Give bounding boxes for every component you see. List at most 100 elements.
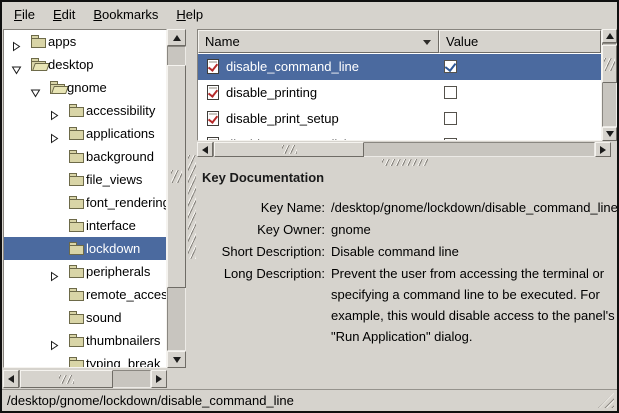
list-hscroll-thumb[interactable] [214, 142, 364, 157]
arrow-right-icon [600, 146, 606, 154]
key-icon [207, 111, 219, 126]
tree-item-label: apps [48, 30, 76, 53]
value-checkbox[interactable] [444, 138, 457, 141]
tree-vertical-scrollbar[interactable] [167, 29, 186, 368]
thumb-grip-icon [59, 375, 74, 384]
list-horizontal-scrollbar[interactable] [197, 142, 611, 157]
column-header-label: Name [205, 34, 240, 49]
tree-item-applications[interactable]: applications [4, 122, 166, 145]
doc-field-value: Prevent the user from accessing the term… [331, 263, 617, 347]
key-list[interactable]: NameValuedisable_command_linedisable_pri… [197, 29, 602, 141]
tree-item-label: accessibility [86, 99, 155, 122]
splitter-grip-icon [382, 159, 428, 166]
scroll-right-button[interactable] [595, 142, 611, 157]
tree-item-accessibility[interactable]: accessibility [4, 99, 166, 122]
doc-field: Long Description:Prevent the user from a… [197, 263, 617, 347]
key-row-disable_printing[interactable]: disable_printing [198, 80, 601, 106]
expander-collapsed-icon[interactable] [49, 105, 60, 116]
tree-item-label: typing_break [86, 352, 160, 368]
thumb-grip-icon [604, 58, 615, 71]
arrow-down-icon [606, 131, 614, 137]
value-checkbox[interactable] [444, 60, 457, 73]
tree-item-thumbnailers[interactable]: thumbnailers [4, 329, 166, 352]
value-checkbox[interactable] [444, 86, 457, 99]
tree-hscroll-thumb[interactable] [20, 370, 113, 388]
key-name-label: disable_printing [226, 80, 317, 106]
menu-file[interactable]: File [5, 2, 44, 27]
resize-grip-icon[interactable] [598, 393, 614, 408]
expander-collapsed-icon[interactable] [49, 335, 60, 346]
value-checkbox[interactable] [444, 112, 457, 125]
thumb-grip-icon [171, 170, 182, 183]
gconf-editor-window: FileEditBookmarksHelp appsdesktopgnomeac… [0, 0, 619, 413]
key-name-label: disable_print_setup [226, 106, 339, 132]
key-icon [207, 85, 219, 100]
doc-field: Key Owner:gnome [197, 219, 617, 240]
menu-edit[interactable]: Edit [44, 2, 84, 27]
key-icon [207, 137, 219, 141]
folder-icon [69, 288, 86, 301]
list-vertical-scrollbar[interactable] [602, 29, 617, 141]
tree-item-interface[interactable]: interface [4, 214, 166, 237]
folder-icon [69, 357, 86, 368]
tree-item-label: applications [86, 122, 155, 145]
key-row-disable_save_to_disk[interactable]: disable_save_to_disk [198, 132, 601, 141]
key-row-disable_print_setup[interactable]: disable_print_setup [198, 106, 601, 132]
sort-descending-icon[interactable] [423, 40, 431, 45]
scroll-down-button[interactable] [602, 127, 617, 141]
folder-icon [69, 242, 86, 255]
scroll-up-button[interactable] [602, 29, 617, 43]
tree-item-label: peripherals [86, 260, 150, 283]
tree-item-label: lockdown [86, 237, 140, 260]
tree-item-label: desktop [48, 53, 94, 76]
horizontal-splitter[interactable] [197, 157, 617, 168]
menu-bookmarks[interactable]: Bookmarks [84, 2, 167, 27]
tree-item-background[interactable]: background [4, 145, 166, 168]
folder-icon [31, 35, 48, 48]
list-vscroll-thumb[interactable] [602, 45, 617, 83]
tree-item-label: remote_access [86, 283, 167, 306]
tree-vscroll-thumb[interactable] [167, 65, 186, 288]
folder-icon [69, 127, 86, 140]
key-documentation-panel: Key Documentation Key Name:/desktop/gnom… [197, 168, 617, 388]
menubar: FileEditBookmarksHelp [2, 2, 617, 29]
key-name-label: disable_command_line [226, 54, 359, 80]
tree-horizontal-scrollbar[interactable] [3, 370, 167, 388]
scroll-up-button[interactable] [167, 29, 186, 46]
splitter-grip-icon [188, 155, 196, 259]
key-row-disable_command_line[interactable]: disable_command_line [198, 54, 601, 80]
tree-item-file_views[interactable]: file_views [4, 168, 166, 191]
docs-fields: Key Name:/desktop/gnome/lockdown/disable… [197, 197, 617, 348]
tree-item-sound[interactable]: sound [4, 306, 166, 329]
scroll-left-button[interactable] [3, 370, 19, 388]
tree-item-typing_break[interactable]: typing_break [4, 352, 166, 368]
folder-tree[interactable]: appsdesktopgnomeaccessibilityapplication… [3, 29, 167, 368]
folder-open-icon [50, 81, 67, 94]
expander-expanded-icon[interactable] [11, 59, 22, 70]
menu-help[interactable]: Help [167, 2, 212, 27]
tree-item-gnome[interactable]: gnome [4, 76, 166, 99]
doc-field-value: Disable command line [331, 241, 617, 262]
tree-item-label: background [86, 145, 154, 168]
scroll-down-button[interactable] [167, 351, 186, 368]
column-header-name[interactable]: Name [198, 30, 439, 53]
tree-item-label: file_views [86, 168, 142, 191]
tree-item-lockdown[interactable]: lockdown [4, 237, 166, 260]
expander-collapsed-icon[interactable] [11, 36, 22, 47]
tree-item-peripherals[interactable]: peripherals [4, 260, 166, 283]
expander-collapsed-icon[interactable] [49, 128, 60, 139]
expander-expanded-icon[interactable] [30, 82, 41, 93]
column-header-value[interactable]: Value [439, 30, 601, 53]
key-name-label: disable_save_to_disk [226, 132, 350, 141]
folder-icon [69, 265, 86, 278]
column-header-label: Value [446, 34, 478, 49]
tree-item-remote_access[interactable]: remote_access [4, 283, 166, 306]
tree-item-font_rendering[interactable]: font_rendering [4, 191, 166, 214]
statusbar-text: /desktop/gnome/lockdown/disable_command_… [7, 390, 294, 411]
expander-collapsed-icon[interactable] [49, 266, 60, 277]
tree-item-apps[interactable]: apps [4, 30, 166, 53]
vertical-splitter[interactable] [187, 29, 197, 388]
tree-item-desktop[interactable]: desktop [4, 53, 166, 76]
scroll-right-button[interactable] [151, 370, 167, 388]
scroll-left-button[interactable] [197, 142, 213, 157]
